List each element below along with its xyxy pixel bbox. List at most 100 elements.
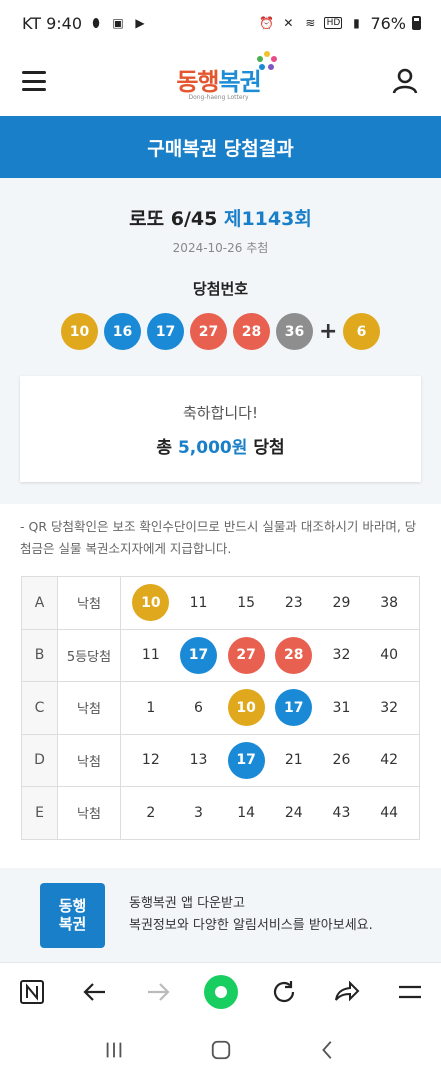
forward-arrow-icon[interactable] — [140, 974, 176, 1010]
menu-button[interactable] — [22, 71, 46, 91]
promo-logo-line2: 복권 — [58, 915, 87, 933]
ticket-number: 43 — [332, 804, 351, 821]
winning-ball: 27 — [190, 313, 227, 350]
ticket-number: 2 — [146, 804, 156, 821]
bonus-ball: 6 — [343, 313, 380, 350]
total-suffix: 당첨 — [253, 438, 285, 458]
ticket-number: 13 — [189, 752, 208, 769]
ticket-number: 24 — [284, 804, 303, 821]
logo-part1: 동행 — [176, 67, 219, 96]
promo-logo-line1: 동행 — [58, 897, 87, 915]
row-status: 낙첨 — [57, 786, 121, 840]
row-numbers: 12 13 17 21 26 42 — [120, 733, 420, 787]
app-promo-banner[interactable]: 동행 복권 동행복권 앱 다운받고 복권정보와 다양한 알림서비스를 받아보세요… — [0, 868, 441, 962]
hd-icon: HD — [324, 17, 343, 29]
table-row: A 낙첨 10 11 15 23 29 38 — [21, 576, 420, 630]
system-nav-bar — [0, 1020, 441, 1080]
row-status: 낙첨 — [57, 681, 121, 735]
row-key: A — [21, 576, 58, 630]
draw-number: 제1143회 — [223, 208, 312, 230]
home-icon[interactable] — [206, 1035, 236, 1065]
congrats-text: 축하합니다! — [182, 404, 258, 422]
promo-line2: 복권정보와 다양한 알림서비스를 받아보세요. — [129, 918, 373, 933]
winning-ball: 17 — [147, 313, 184, 350]
back-arrow-icon[interactable] — [77, 974, 113, 1010]
total-prize: 총 5,000원 당첨 — [20, 433, 421, 458]
ticket-number: 44 — [380, 804, 399, 821]
n-icon[interactable] — [14, 974, 50, 1010]
ticket-number: 38 — [380, 594, 399, 611]
user-icon[interactable] — [391, 67, 419, 95]
ticket-number: 32 — [380, 699, 399, 716]
notice-text: - QR 당첨확인은 보조 확인수단이므로 반드시 실물과 대조하시기 바라며,… — [20, 519, 417, 556]
ticket-number: 1 — [146, 699, 156, 716]
row-key: B — [21, 628, 58, 682]
ticket-number: 21 — [284, 752, 303, 769]
matched-number: 28 — [275, 636, 313, 674]
app-header: 동행복권 Dong-haeng Lottery — [0, 46, 441, 116]
ticket-number: 3 — [194, 804, 203, 821]
ticket-number: 11 — [189, 594, 208, 611]
menu-icon[interactable] — [392, 974, 428, 1010]
winning-ball: 28 — [233, 313, 270, 350]
matched-number: 17 — [227, 741, 265, 779]
ticket-number: 14 — [237, 804, 256, 821]
ticket-number: 12 — [141, 752, 160, 769]
row-status: 낙첨 — [57, 576, 121, 630]
wifi-icon: ≋ — [305, 16, 316, 30]
alarm-icon: ⏰ — [258, 16, 274, 30]
prize-card: 축하합니다! 총 5,000원 당첨 — [20, 376, 421, 482]
row-numbers: 10 11 15 23 29 38 — [120, 576, 420, 630]
promo-line1: 동행복권 앱 다운받고 — [129, 896, 245, 911]
game-name: 로또 6/45 — [129, 208, 218, 230]
plus-sign: + — [319, 319, 338, 344]
table-row: D 낙첨 12 13 17 21 26 42 — [21, 733, 420, 787]
refresh-icon[interactable] — [266, 974, 302, 1010]
browser-toolbar — [0, 962, 441, 1020]
battery-percent: 76% — [370, 13, 406, 33]
recent-apps-icon[interactable] — [99, 1035, 129, 1065]
winning-numbers: 10 16 17 27 28 36 +6 — [20, 313, 421, 350]
row-status: 5등당첨 — [57, 628, 121, 682]
matched-number: 10 — [132, 584, 170, 622]
battery-icon — [412, 16, 421, 30]
ticket-table: A 낙첨 10 11 15 23 29 38 B 5등당첨 11 17 27 28 32 40 C 낙첨 1 6 10 1… — [21, 576, 420, 840]
ticket-number: 23 — [284, 594, 303, 611]
row-numbers: 2 3 14 24 43 44 — [120, 786, 420, 840]
logo[interactable]: 동행복권 Dong-haeng Lottery — [176, 50, 277, 101]
winning-numbers-label: 당첨번호 — [192, 280, 249, 298]
youtube-icon: ▶ — [135, 16, 145, 30]
ticket-number: 11 — [141, 647, 160, 664]
back-icon[interactable] — [313, 1035, 343, 1065]
table-row: E 낙첨 2 3 14 24 43 44 — [21, 786, 420, 840]
total-amount: 5,000원 — [177, 438, 248, 458]
ticket-number: 40 — [380, 647, 399, 664]
row-numbers: 1 6 10 17 31 32 — [120, 681, 420, 735]
row-status: 낙첨 — [57, 733, 121, 787]
draw-date: 2024-10-26 추첨 — [172, 241, 269, 255]
page: KT 9:40 ⬮ ▣ ▶ ⏰ ✕ ≋ HD ▮ 76% 동행복권 Dong-h… — [0, 0, 441, 1080]
total-prefix: 총 — [156, 438, 173, 458]
promo-logo: 동행 복권 — [40, 882, 105, 948]
ticket-number: 6 — [194, 699, 203, 716]
pill-icon: ⬮ — [92, 15, 100, 30]
ticket-number: 29 — [332, 594, 351, 611]
mute-icon: ✕ — [283, 16, 294, 30]
winning-ball: 36 — [276, 313, 313, 350]
row-key: E — [21, 786, 58, 840]
logo-subtitle: Dong-haeng Lottery — [188, 93, 249, 101]
matched-number: 17 — [179, 636, 217, 674]
table-row: C 낙첨 1 6 10 17 31 32 — [21, 681, 420, 735]
row-key: D — [21, 733, 58, 787]
ticket-number: 42 — [380, 752, 399, 769]
carrier-time: KT 9:40 — [22, 13, 83, 33]
signal-icon: ▮ — [353, 16, 360, 30]
table-row: B 5등당첨 11 17 27 28 32 40 — [21, 628, 420, 682]
page-title-band: 구매복권 당첨결과 — [0, 116, 441, 178]
ticket-number: 31 — [332, 699, 351, 716]
page-title: 구매복권 당첨결과 — [147, 137, 294, 160]
winning-ball: 10 — [61, 313, 98, 350]
home-dot-icon[interactable] — [203, 974, 239, 1010]
matched-number: 17 — [275, 689, 313, 727]
share-icon[interactable] — [329, 974, 365, 1010]
